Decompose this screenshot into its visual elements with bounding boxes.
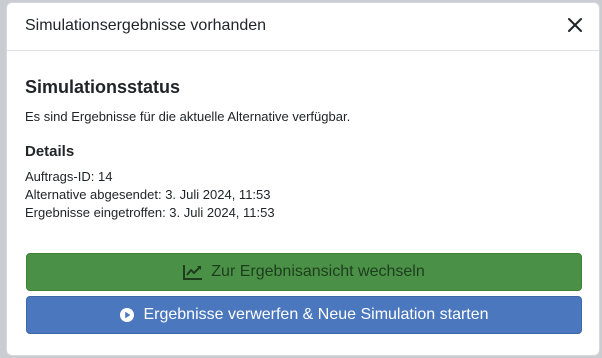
discard-and-restart-label: Ergebnisse verwerfen & Neue Simulation s… (143, 306, 489, 323)
simulation-results-dialog: Simulationsergebnisse vorhanden Simulati… (6, 2, 600, 356)
view-results-button[interactable]: Zur Ergebnisansicht wechseln (26, 253, 582, 291)
status-text: Es sind Ergebnisse für die aktuelle Alte… (25, 109, 351, 124)
close-icon (568, 18, 582, 32)
line-chart-icon (183, 265, 203, 280)
play-circle-icon (120, 308, 135, 322)
received-line: Ergebnisse eingetroffen: 3. Juli 2024, 1… (25, 205, 275, 220)
discard-and-restart-button[interactable]: Ergebnisse verwerfen & Neue Simulation s… (26, 296, 582, 334)
close-button[interactable] (563, 13, 587, 37)
modal-title: Simulationsergebnisse vorhanden (25, 17, 267, 34)
submitted-line: Alternative abgesendet: 3. Juli 2024, 11… (25, 187, 271, 202)
status-heading: Simulationsstatus (25, 77, 181, 97)
modal-header: Simulationsergebnisse vorhanden (7, 3, 599, 51)
details-heading: Details (25, 143, 75, 160)
job-id-line: Auftrags-ID: 14 (25, 169, 113, 184)
view-results-label: Zur Ergebnisansicht wechseln (211, 263, 425, 280)
